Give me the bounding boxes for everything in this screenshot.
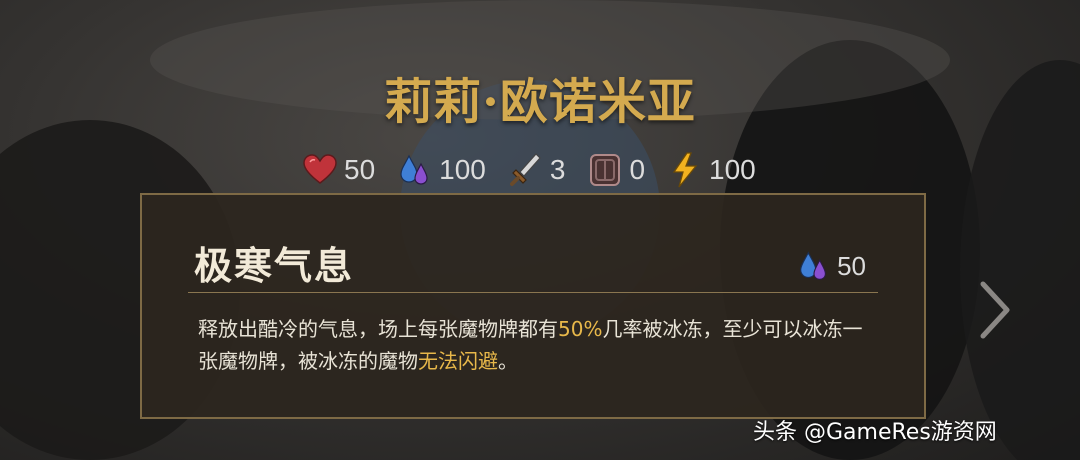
stat-energy-value: 100	[709, 154, 756, 185]
stat-armor-value: 0	[629, 154, 646, 185]
watermark: 头条 @GameRes游资网	[753, 420, 997, 445]
skill-cost-value: 50	[837, 250, 866, 281]
shield-icon	[590, 154, 621, 186]
mana-drops-icon	[800, 251, 827, 280]
heart-icon	[303, 154, 337, 184]
hero-name: 莉莉·欧诺米亚	[384, 74, 696, 130]
desc-highlight-chance: 50%	[558, 317, 603, 341]
divider	[188, 292, 878, 293]
skill-description: 释放出酷冷的气息，场上每张魔物牌都有50%几率被冰冻，至少可以冰冻一张魔物牌，被…	[198, 313, 874, 377]
stat-energy: 100	[665, 150, 756, 190]
sword-icon	[509, 153, 541, 186]
skill-cost: 50	[795, 247, 866, 285]
stat-mana: 100	[395, 150, 486, 190]
stat-attack: 3	[506, 150, 566, 190]
stat-attack-value: 3	[549, 154, 566, 185]
lightning-icon	[672, 152, 698, 188]
skill-card: 极寒气息 50 释放出酷冷的气息，场上每张魔物牌都有50%几率被冰冻，至少可以冰…	[140, 193, 926, 419]
stat-mana-value: 100	[439, 154, 486, 185]
mana-drops-icon	[400, 154, 428, 185]
chevron-right-icon[interactable]	[975, 280, 1015, 340]
desc-text-1: 释放出酷冷的气息，场上每张魔物牌都有	[198, 317, 558, 341]
stat-armor: 0	[585, 150, 645, 190]
stat-health: 50	[300, 150, 375, 190]
skill-title: 极寒气息	[194, 244, 355, 288]
desc-highlight-effect: 无法闪避	[418, 349, 498, 373]
stat-health-value: 50	[344, 154, 376, 185]
desc-text-3: 。	[498, 349, 518, 373]
stat-bar: 50 100 3 0 100	[300, 148, 776, 192]
